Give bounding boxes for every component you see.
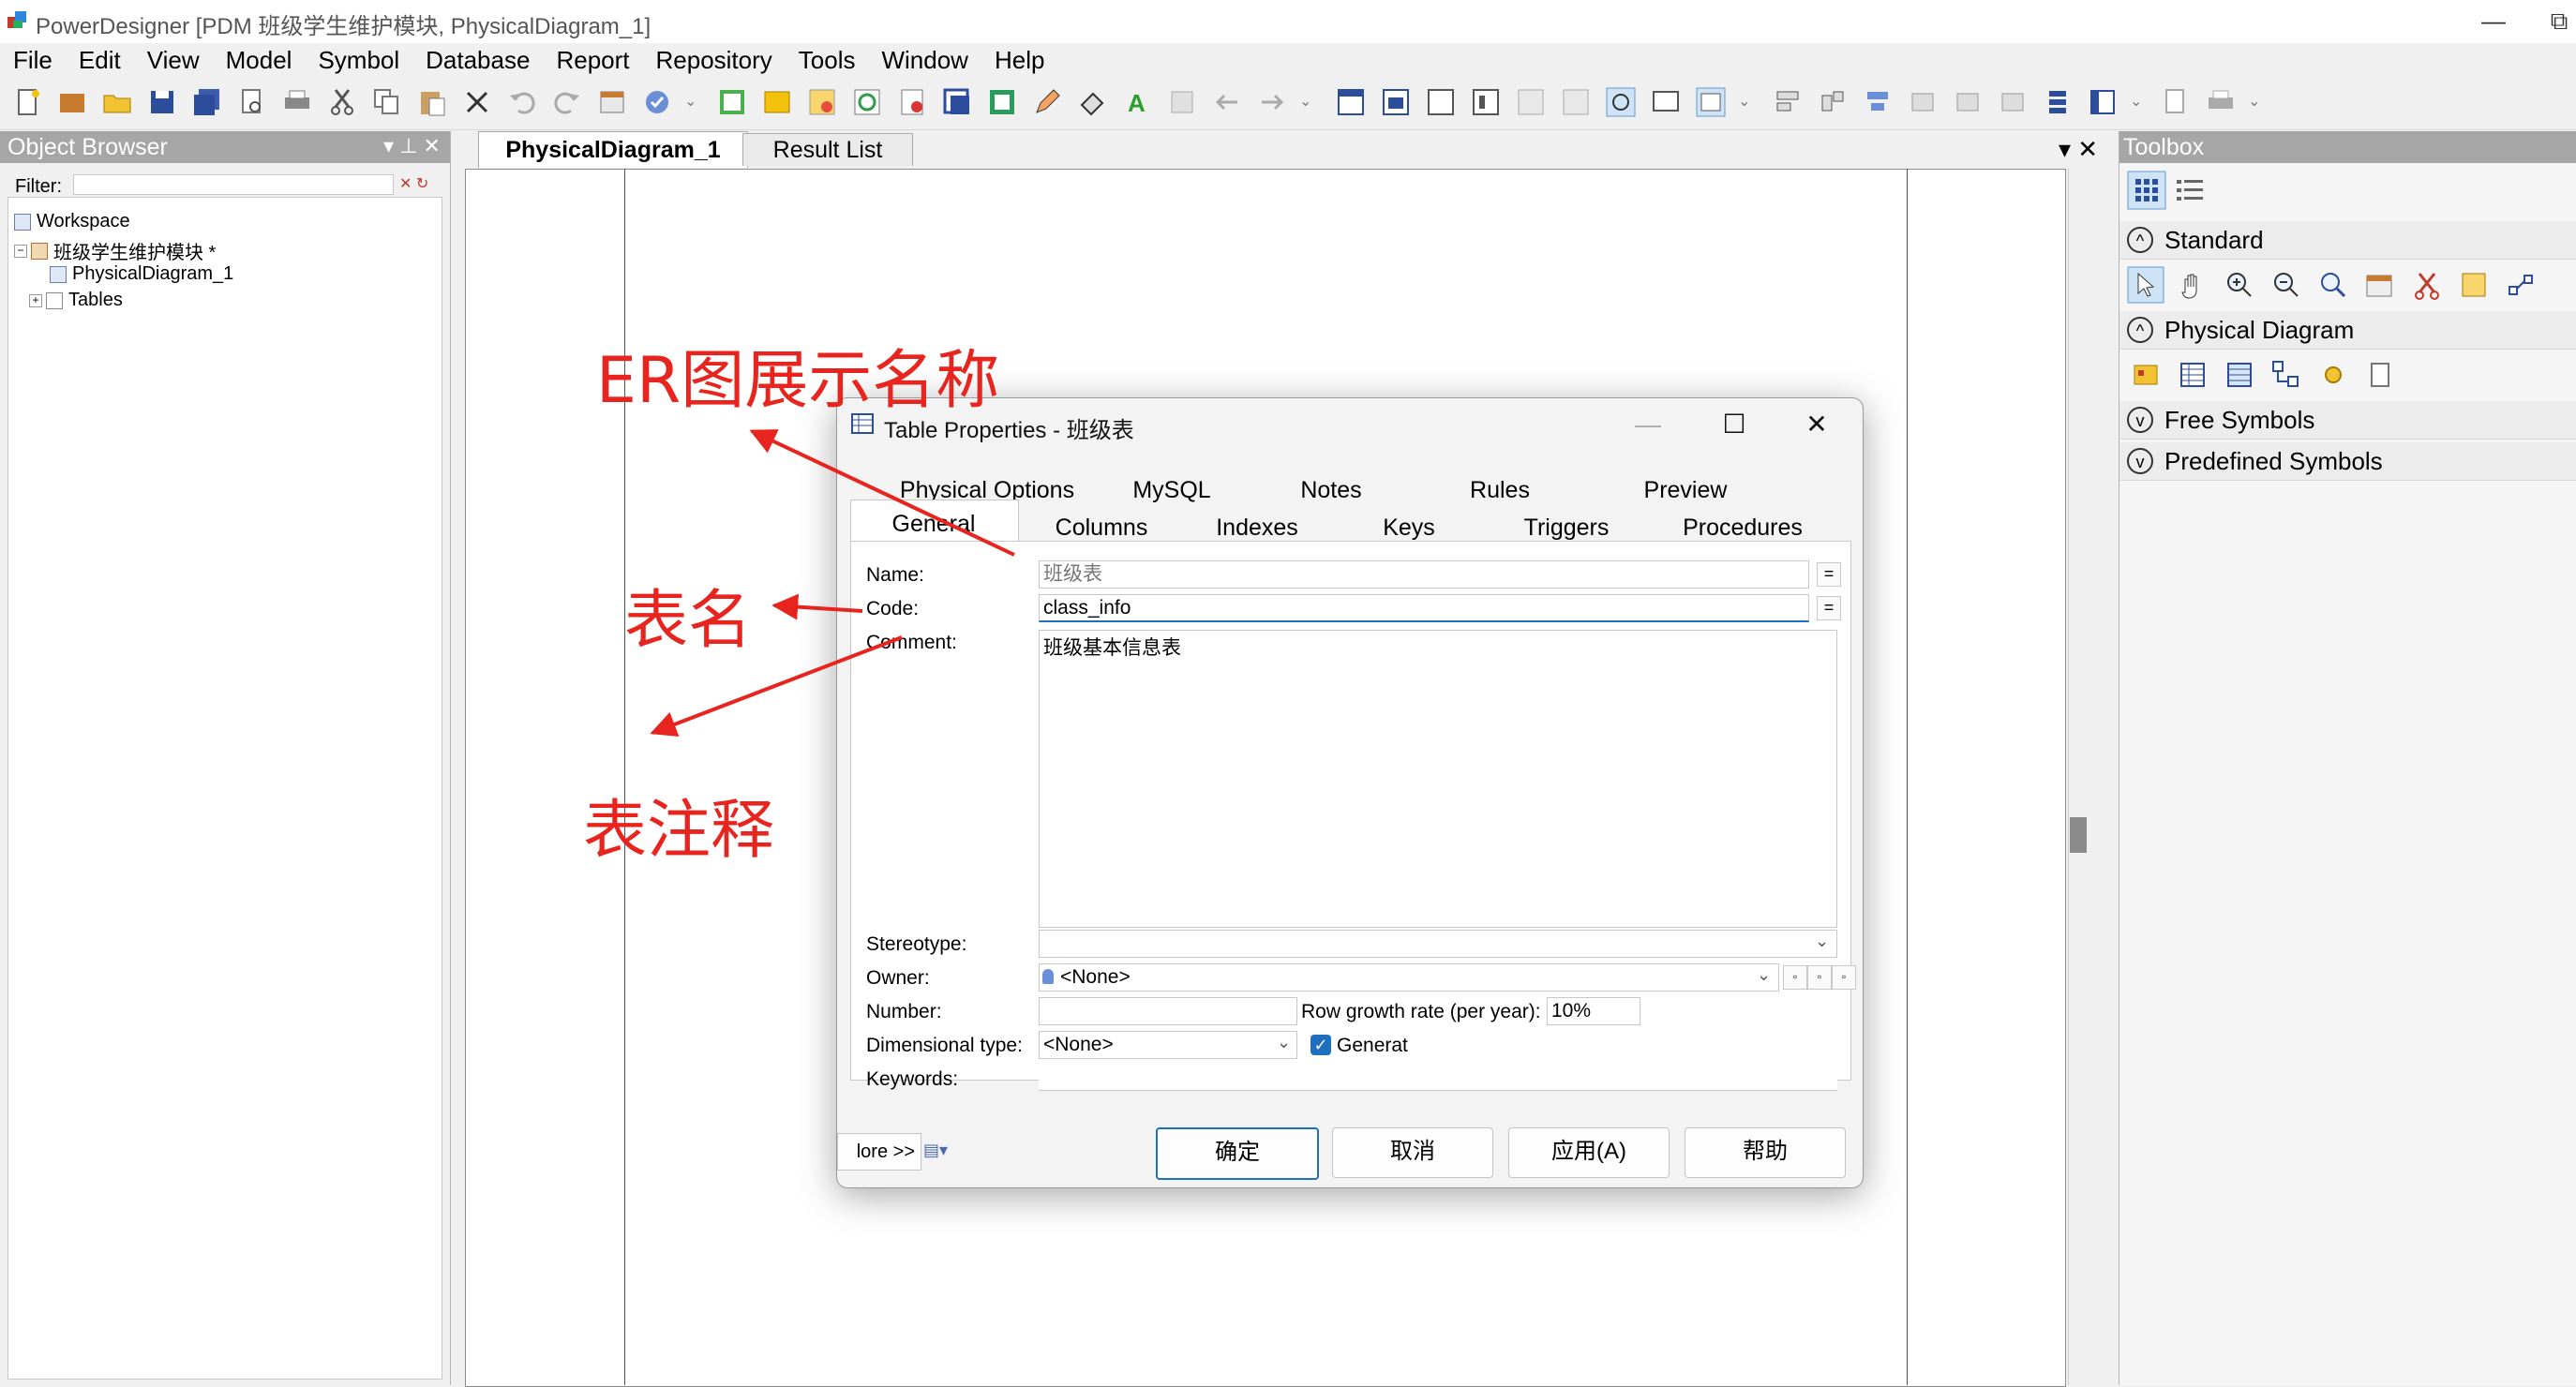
- arrow-er-name: [749, 429, 1015, 557]
- arrow-table-comment: [650, 635, 903, 738]
- arrow-table-name: [771, 593, 863, 620]
- annotation-arrows: [650, 429, 1015, 738]
